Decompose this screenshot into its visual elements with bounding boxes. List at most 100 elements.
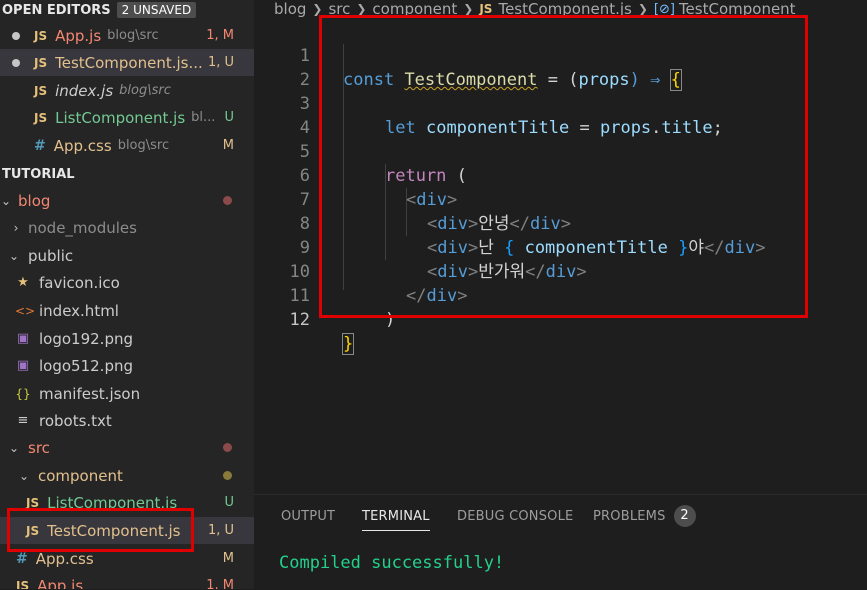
code-line: 7 <div>안녕</div> bbox=[254, 164, 571, 234]
code-line: 12 } bbox=[254, 284, 355, 355]
image-file-icon: ▣ bbox=[16, 358, 30, 373]
tree-file-app-js[interactable]: JS App.js 1, M bbox=[0, 572, 254, 590]
tree-file-favicon[interactable]: ★ favicon.ico bbox=[0, 269, 254, 296]
open-editor-item-index-js[interactable]: JS index.js blog\src bbox=[0, 77, 254, 104]
terminal-output[interactable]: Compiled successfully! bbox=[279, 553, 504, 573]
code-token: componentTitle bbox=[425, 118, 570, 138]
file-label: index.html bbox=[39, 301, 119, 320]
open-editor-item-testcomponent-js[interactable]: JS TestComponent.js... 1, U bbox=[0, 49, 254, 76]
code-token: = bbox=[569, 118, 600, 138]
code-editor[interactable]: 1 const TestComponent = (props) ⇒ { 2 3 … bbox=[254, 20, 867, 355]
code-token: const bbox=[343, 70, 395, 90]
javascript-file-icon: JS bbox=[26, 523, 40, 538]
code-token: 반가워 bbox=[478, 262, 526, 282]
unsaved-dot-icon[interactable] bbox=[12, 58, 20, 67]
image-file-icon: ▣ bbox=[16, 331, 30, 346]
code-token: ) bbox=[385, 310, 396, 330]
tab-terminal[interactable]: TERMINAL bbox=[362, 495, 430, 537]
code-token: ; bbox=[712, 118, 723, 138]
tree-file-testcomponent[interactable]: JS TestComponent.js 1, U bbox=[0, 517, 254, 544]
code-line: 9 <div>반가워</div> bbox=[254, 212, 587, 282]
code-line: 1 const TestComponent = (props) ⇒ { bbox=[254, 20, 682, 91]
workspace-header[interactable]: TUTORIAL bbox=[0, 164, 254, 184]
javascript-file-icon: JS bbox=[34, 110, 48, 125]
unsaved-badge: 2 UNSAVED bbox=[116, 2, 197, 18]
chevron-right-icon: ❯ bbox=[312, 2, 323, 16]
tree-file-app-css[interactable]: # App.css M bbox=[0, 545, 254, 572]
breadcrumb-symbol[interactable]: TestComponent bbox=[679, 0, 796, 18]
file-label: App.js bbox=[37, 576, 84, 590]
html-file-icon: <> bbox=[15, 303, 36, 318]
tree-file-logo512[interactable]: ▣ logo512.png bbox=[0, 352, 254, 379]
symbol-variable-icon: [⊘] bbox=[653, 1, 675, 17]
open-editor-item-app-js[interactable]: JS App.js blog\src 1, M bbox=[0, 22, 254, 49]
code-token: div bbox=[426, 286, 458, 306]
breadcrumb-item[interactable]: blog bbox=[274, 0, 306, 18]
workspace-title: TUTORIAL bbox=[2, 166, 75, 182]
tab-output[interactable]: OUTPUT bbox=[281, 495, 335, 537]
tree-file-robots[interactable]: ≡ robots.txt bbox=[0, 407, 254, 434]
code-token: } bbox=[678, 238, 689, 258]
tree-folder-public[interactable]: ⌄ public bbox=[0, 242, 254, 269]
tab-debug-console[interactable]: DEBUG CONSOLE bbox=[457, 495, 573, 537]
star-icon: ★ bbox=[17, 275, 29, 290]
folder-label: component bbox=[38, 466, 123, 485]
breadcrumb-item[interactable]: component bbox=[372, 0, 457, 18]
tab-problems[interactable]: PROBLEMS 2 bbox=[593, 495, 696, 537]
code-token: 안녕 bbox=[478, 214, 510, 234]
explorer-sidebar: OPEN EDITORS 2 UNSAVED JS App.js blog\sr… bbox=[0, 0, 254, 589]
code-token: { bbox=[669, 69, 682, 91]
code-token: } bbox=[341, 333, 355, 355]
code-token: ( bbox=[446, 166, 467, 186]
tree-folder-src[interactable]: ⌄ src bbox=[0, 434, 254, 461]
tab-problems-label: PROBLEMS bbox=[593, 508, 666, 524]
chevron-right-icon: ❯ bbox=[356, 2, 367, 16]
file-label: favicon.ico bbox=[39, 273, 120, 292]
open-editor-item-app-css[interactable]: # App.css blog\src M bbox=[0, 132, 254, 159]
code-token: div bbox=[529, 214, 561, 234]
chevron-right-icon: › bbox=[13, 220, 19, 235]
code-line: 10 </div> bbox=[254, 236, 468, 306]
file-label: logo512.png bbox=[39, 356, 133, 375]
open-editor-name: index.js bbox=[55, 81, 114, 100]
breadcrumb-file[interactable]: TestComponent.js bbox=[498, 0, 631, 18]
folder-label: public bbox=[28, 246, 74, 265]
folder-label: node_modules bbox=[28, 218, 137, 237]
breadcrumb: blog ❯ src ❯ component ❯ JS TestComponen… bbox=[274, 0, 796, 18]
code-token: = ( bbox=[537, 70, 579, 90]
unsaved-dot-icon[interactable] bbox=[12, 31, 20, 40]
code-line: 2 bbox=[254, 44, 310, 90]
tree-file-listcomponent[interactable]: JS ListComponent.js U bbox=[0, 489, 254, 516]
code-token: div bbox=[545, 262, 577, 282]
tree-folder-component[interactable]: ⌄ component bbox=[0, 462, 254, 489]
breadcrumb-item[interactable]: src bbox=[328, 0, 350, 18]
css-file-icon: # bbox=[16, 550, 28, 567]
chevron-right-icon: ❯ bbox=[637, 2, 648, 16]
code-line: 5 return ( bbox=[254, 116, 467, 186]
code-token: 난 bbox=[478, 238, 505, 258]
open-editor-item-listcomponent-js[interactable]: JS ListComponent.js bl... U bbox=[0, 104, 254, 131]
tree-file-index-html[interactable]: <> index.html bbox=[0, 297, 254, 324]
code-token: > bbox=[446, 190, 458, 210]
tree-folder-node-modules[interactable]: › node_modules bbox=[0, 214, 254, 241]
javascript-file-icon: JS bbox=[34, 28, 48, 43]
tree-folder-blog[interactable]: ⌄ blog bbox=[0, 187, 254, 214]
code-token: div bbox=[416, 190, 447, 210]
open-editor-status: 1, U bbox=[207, 55, 234, 70]
tree-file-manifest[interactable]: {} manifest.json bbox=[0, 380, 254, 407]
tree-file-logo192[interactable]: ▣ logo192.png bbox=[0, 325, 254, 352]
open-editors-header[interactable]: OPEN EDITORS 2 UNSAVED bbox=[0, 0, 254, 20]
file-label: ListComponent.js bbox=[47, 493, 178, 512]
code-token: return bbox=[385, 166, 447, 186]
open-editor-path: bl... bbox=[191, 110, 216, 125]
code-line: 11 ) bbox=[254, 260, 396, 330]
file-status: M bbox=[222, 551, 234, 566]
code-token: title bbox=[661, 118, 713, 138]
code-token: props bbox=[578, 70, 630, 90]
code-token: ) ⇒ bbox=[629, 70, 671, 90]
chevron-down-icon: ⌄ bbox=[8, 248, 20, 263]
folder-status-dot bbox=[223, 443, 232, 452]
line-number: 12 bbox=[289, 310, 310, 330]
code-line: 8 <div>난 { componentTitle }야</div> bbox=[254, 188, 766, 258]
open-editor-status: M bbox=[222, 138, 234, 153]
